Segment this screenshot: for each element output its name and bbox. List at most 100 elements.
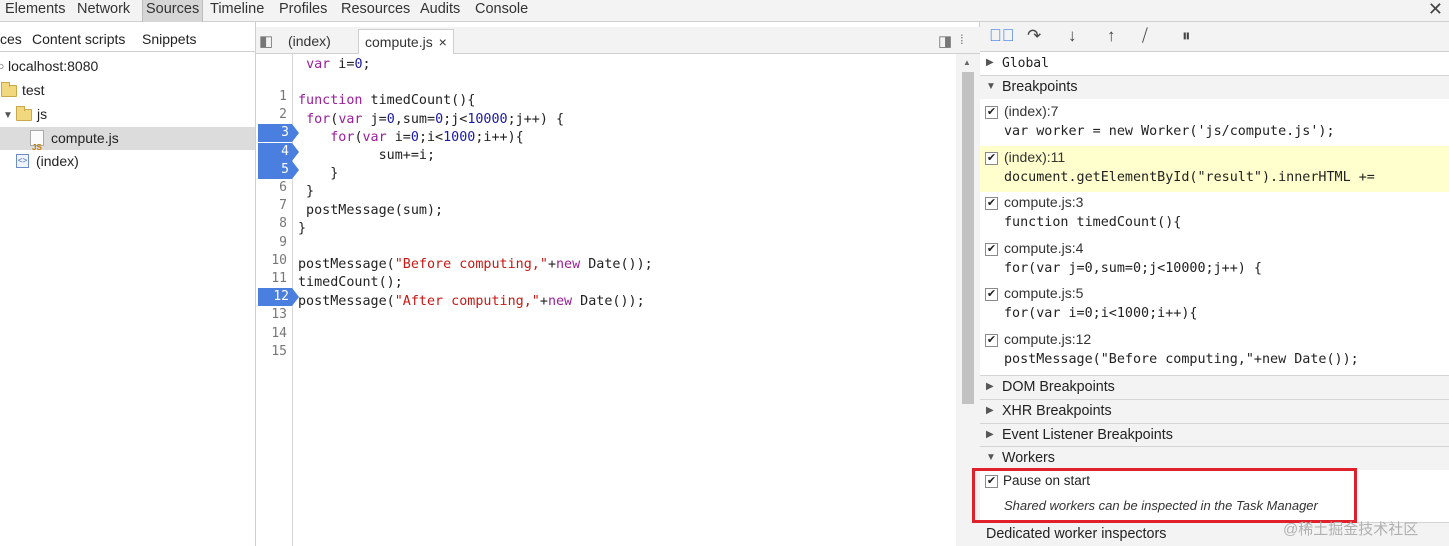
- code-line[interactable]: }: [298, 183, 314, 201]
- drag-handle-icon[interactable]: ⁞: [960, 32, 964, 47]
- line-number[interactable]: 7: [256, 197, 290, 215]
- breakpoint-checkbox[interactable]: ✔: [985, 242, 998, 256]
- code-line[interactable]: postMessage("Before computing,"+new Date…: [298, 256, 653, 274]
- tab-index[interactable]: (index): [282, 29, 337, 54]
- triangle-right-icon: ▶: [986, 405, 994, 416]
- xhr-breakpoints-header[interactable]: ▶ XHR Breakpoints: [980, 399, 1449, 423]
- tab-timeline[interactable]: Timeline: [209, 0, 265, 22]
- sources-navigator: ces Content scripts Snippets ○ localhost…: [0, 22, 256, 546]
- code-line[interactable]: postMessage("After computing,"+new Date(…: [298, 293, 645, 311]
- code-line[interactable]: function timedCount(){: [298, 92, 475, 110]
- breakpoint-item[interactable]: ✔ compute.js:3 function timedCount(){: [980, 191, 1449, 237]
- breakpoint-location: compute.js:3: [1004, 194, 1084, 211]
- breakpoints-pane-header[interactable]: ▼ Breakpoints: [980, 75, 1449, 99]
- breakpoint-checkbox[interactable]: ✔: [985, 106, 998, 119]
- navigator-tabs: ces Content scripts Snippets: [0, 27, 256, 52]
- tree-item-compute-js[interactable]: JS compute.js: [0, 127, 255, 152]
- dedicated-worker-label: Dedicated worker inspectors: [986, 526, 1167, 542]
- code-line[interactable]: timedCount();: [298, 274, 403, 292]
- global-label: Global: [1002, 56, 1049, 71]
- code-line[interactable]: for(var i=0;i<1000;i++){: [298, 129, 524, 147]
- tab-resources[interactable]: Resources: [340, 0, 411, 22]
- resume-icon[interactable]: ▶⃒: [989, 26, 1015, 46]
- file-label: (index): [36, 153, 79, 169]
- breakpoint-checkbox[interactable]: ✔: [985, 151, 998, 165]
- breakpoint-item[interactable]: ✔ (index):11 document.getElementById("resu…: [980, 145, 1449, 192]
- line-number[interactable]: 1: [256, 88, 290, 106]
- breakpoint-marker[interactable]: 12: [258, 288, 299, 307]
- event-listener-breakpoints-header[interactable]: ▶ Event Listener Breakpoints: [980, 423, 1449, 447]
- code-line[interactable]: var i=0;: [298, 56, 371, 74]
- scroll-up-icon[interactable]: ▲: [963, 58, 971, 67]
- tab-console[interactable]: Console: [474, 0, 529, 22]
- line-number[interactable]: 9: [256, 234, 290, 252]
- tree-item-index[interactable]: <> (index): [0, 150, 255, 173]
- breakpoint-code: for(var i=0;i<1000;i++){: [1004, 306, 1198, 322]
- dom-breakpoints-label: DOM Breakpoints: [1002, 379, 1115, 395]
- code-line[interactable]: postMessage(sum);: [298, 202, 443, 220]
- tree-item-js[interactable]: ▼ js: [0, 103, 255, 126]
- global-pane-header[interactable]: ▶ Global: [980, 52, 1449, 76]
- toggle-navigator-icon[interactable]: ◧: [259, 32, 273, 50]
- tree-item-test[interactable]: test: [0, 79, 255, 102]
- workers-pane-header[interactable]: ▼ Workers: [980, 446, 1449, 470]
- tab-elements[interactable]: Elements: [4, 0, 66, 22]
- code-line[interactable]: sum+=i;: [298, 147, 435, 165]
- line-number[interactable]: 11: [256, 270, 290, 288]
- breakpoint-location: compute.js:4: [1004, 239, 1084, 256]
- tab-sources[interactable]: Sources: [142, 0, 204, 22]
- line-number[interactable]: 14: [256, 325, 290, 343]
- close-icon[interactable]: ✕: [1428, 0, 1443, 18]
- step-over-icon[interactable]: ↷: [1027, 26, 1041, 46]
- line-gutter[interactable]: 1 2 3 4 5 6 7 8 9 10 11 12 13 14 15: [256, 54, 299, 546]
- step-into-icon[interactable]: ↓: [1068, 26, 1077, 46]
- breakpoint-checkbox[interactable]: ✔: [985, 288, 998, 302]
- tree-item-host[interactable]: ○ localhost:8080: [0, 55, 255, 78]
- triangle-down-icon: ▼: [986, 81, 996, 92]
- breakpoint-location: (index):11: [1004, 148, 1066, 165]
- breakpoint-checkbox[interactable]: ✔: [985, 197, 998, 211]
- breakpoint-marker[interactable]: 5: [258, 160, 299, 179]
- code-line[interactable]: }: [298, 165, 338, 183]
- triangle-down-icon: ▼: [986, 452, 996, 463]
- tab-profiles[interactable]: Profiles: [278, 0, 328, 22]
- line-number[interactable]: 10: [256, 252, 290, 270]
- breakpoint-item[interactable]: ✔ compute.js:5 for(var i=0;i<1000;i++){: [980, 282, 1449, 328]
- tab-content-scripts[interactable]: Content scripts: [32, 31, 125, 47]
- code-line[interactable]: }: [298, 220, 306, 238]
- breakpoint-checkbox[interactable]: ✔: [985, 334, 998, 347]
- triangle-down-icon: ▼: [3, 110, 13, 121]
- file-label: compute.js: [51, 130, 119, 146]
- line-number[interactable]: 8: [256, 215, 290, 233]
- watermark: @稀土掘金技术社区: [1283, 521, 1419, 538]
- pause-on-exceptions-icon[interactable]: ⏸: [1182, 26, 1191, 46]
- step-out-icon[interactable]: ↑: [1107, 26, 1116, 46]
- tab-compute-js[interactable]: compute.js ×: [358, 29, 454, 54]
- editor-tabs: ◧ (index) compute.js × ◨ ⁞: [256, 27, 980, 54]
- tab-sources-files[interactable]: ces: [0, 31, 22, 47]
- breakpoint-item[interactable]: ✔ compute.js:4 for(var j=0,sum=0;j<10000;j…: [980, 237, 1449, 283]
- workers-label: Workers: [1002, 450, 1055, 466]
- breakpoint-code: function timedCount(){: [1004, 215, 1182, 231]
- dom-breakpoints-header[interactable]: ▶ DOM Breakpoints: [980, 375, 1449, 399]
- breakpoint-item[interactable]: ✔ compute.js:12 postMessage("Before comput…: [980, 328, 1449, 374]
- breakpoint-item[interactable]: ✔ (index):7 var worker = new Worker('js/co…: [980, 100, 1449, 146]
- folder-label: js: [37, 106, 48, 122]
- html-file-icon: <>: [16, 154, 29, 168]
- tab-audits[interactable]: Audits: [419, 0, 461, 22]
- close-tab-icon[interactable]: ×: [439, 34, 447, 50]
- deactivate-breakpoints-icon[interactable]: ⧸: [1142, 26, 1148, 46]
- breakpoint-marker[interactable]: 4: [258, 142, 299, 161]
- line-number[interactable]: 2: [256, 106, 290, 124]
- debugger-toolbar: ▶⃒ ↷ ↓ ↑ ⧸ ⏸: [980, 22, 1449, 52]
- tab-network[interactable]: Network: [76, 0, 131, 22]
- breakpoint-marker[interactable]: 3: [258, 124, 299, 143]
- code-line[interactable]: for(var j=0,sum=0;j<10000;j++) {: [298, 111, 564, 129]
- breakpoint-code: document.getElementById("result").innerH…: [1004, 169, 1375, 185]
- tab-snippets[interactable]: Snippets: [142, 31, 196, 47]
- line-number[interactable]: 13: [256, 306, 290, 324]
- scrollbar-thumb[interactable]: [962, 72, 974, 404]
- line-number[interactable]: 15: [256, 343, 290, 361]
- toggle-debugger-icon[interactable]: ◨: [938, 32, 952, 50]
- line-number[interactable]: 6: [256, 179, 290, 197]
